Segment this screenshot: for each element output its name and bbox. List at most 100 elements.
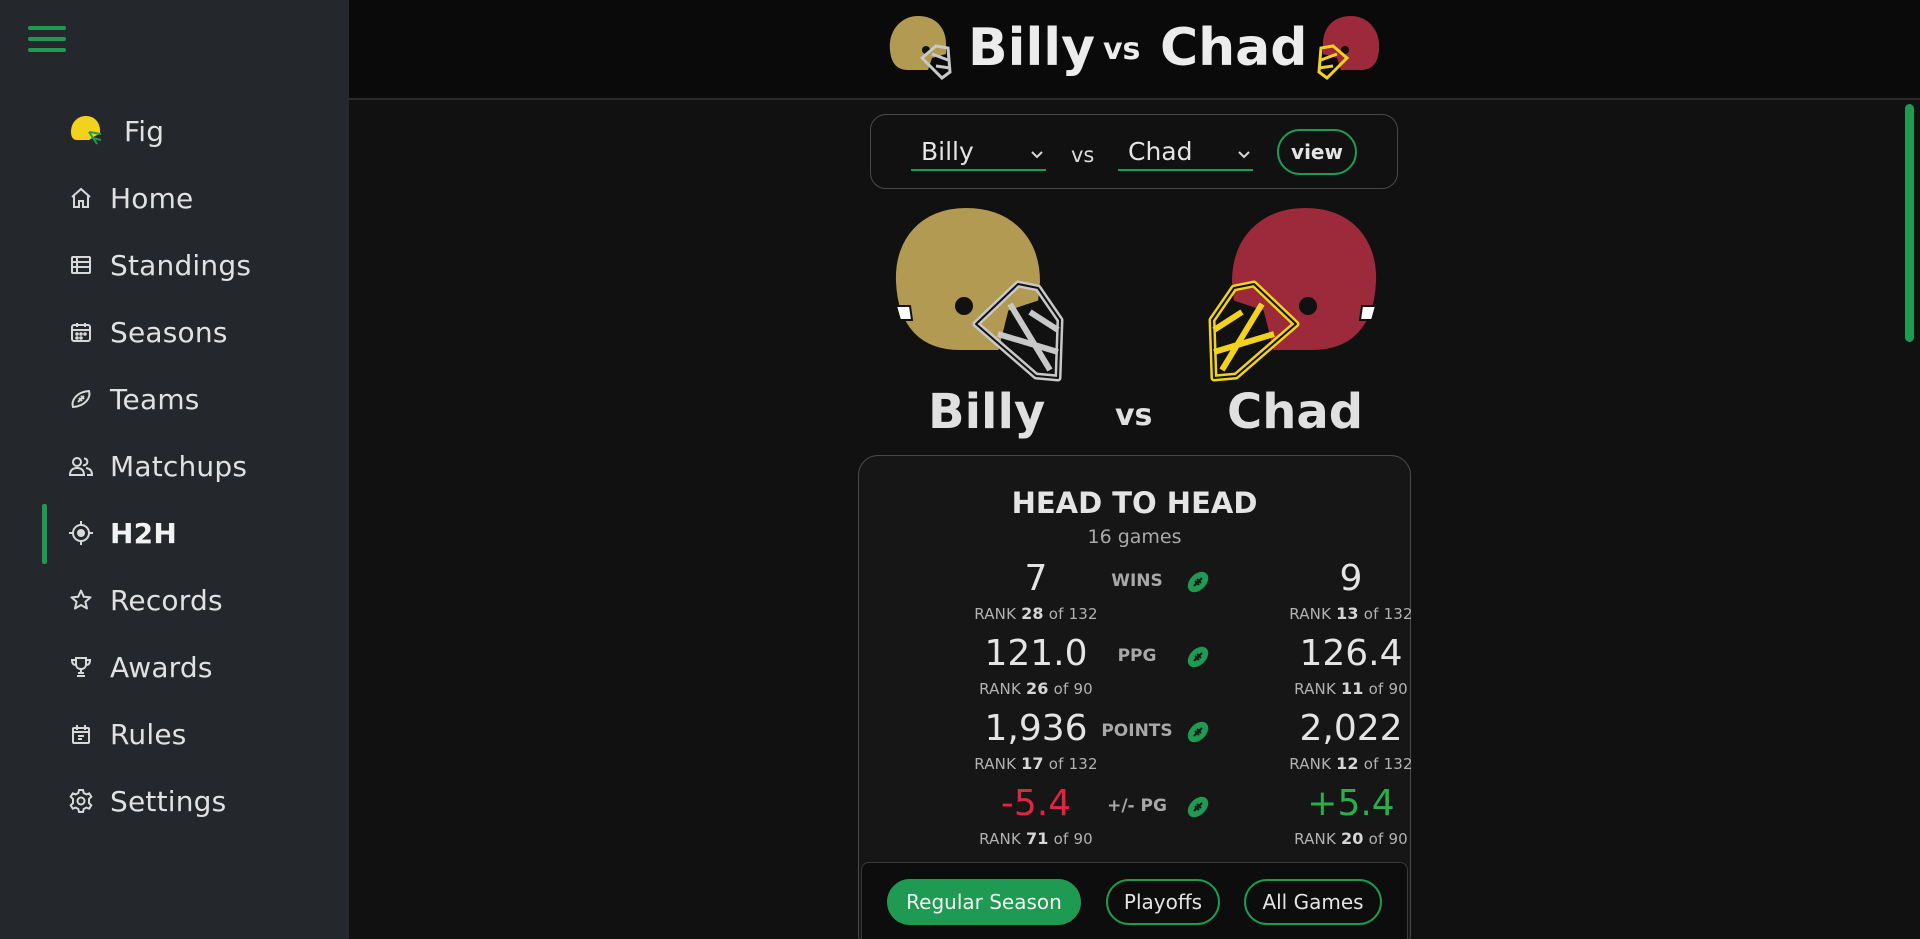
rank-total: 90	[1388, 680, 1408, 698]
header-vs: vs	[1103, 32, 1141, 67]
matchup-vs: vs	[1115, 398, 1153, 433]
sidebar-item-teams[interactable]: Teams	[0, 369, 349, 429]
rank-number: 17	[1021, 754, 1044, 773]
sidebar-item-label: Seasons	[110, 315, 228, 349]
of-word: of	[1363, 605, 1379, 623]
selector-vs: vs	[1071, 143, 1095, 167]
rank-total: 90	[1388, 830, 1408, 848]
football-icon	[68, 386, 94, 412]
right-stat-rank: RANK 12 of 132	[1251, 754, 1451, 773]
chevron-down-icon	[1237, 145, 1251, 164]
rank-word: RANK	[974, 605, 1017, 623]
right-stat-value: 9	[1339, 558, 1363, 599]
rank-word: RANK	[1294, 680, 1336, 698]
rank-total: 132	[1068, 755, 1098, 773]
sidebar-item-fig[interactable]: Fig	[0, 101, 349, 161]
sidebar-item-label: Teams	[110, 382, 200, 416]
of-word: of	[1048, 755, 1064, 773]
sidebar-item-standings[interactable]: Standings	[0, 235, 349, 295]
rank-total: 90	[1073, 680, 1093, 698]
left-team-select-value: Billy	[921, 137, 974, 166]
right-team-select-value: Chad	[1128, 137, 1193, 166]
sidebar-item-label: Matchups	[110, 449, 248, 483]
rank-number: 12	[1336, 754, 1359, 773]
right-team-select[interactable]: Chad	[1118, 137, 1253, 171]
stat-label: WINS	[1111, 571, 1163, 591]
stat-row: -5.4 RANK 71 of 90 +5.4 RANK 20 of 90 +/- PG	[859, 783, 1410, 858]
of-word: of	[1053, 680, 1069, 698]
all-games-button[interactable]: All Games	[1244, 879, 1382, 925]
target-icon	[68, 520, 94, 546]
page-header: Billy vs Chad	[349, 0, 1920, 100]
football-icon	[1184, 568, 1212, 596]
of-word: of	[1053, 830, 1069, 848]
rank-word: RANK	[1294, 830, 1336, 848]
left-stat-rank: RANK 26 of 90	[936, 679, 1136, 698]
right-team-name: Chad	[1227, 384, 1364, 440]
rank-word: RANK	[979, 830, 1021, 848]
right-stat-value: 2,022	[1299, 708, 1403, 749]
rank-word: RANK	[974, 755, 1017, 773]
left-stat-rank: RANK 28 of 132	[936, 604, 1136, 623]
rank-word: RANK	[1289, 605, 1332, 623]
sidebar-item-rules[interactable]: Rules	[0, 704, 349, 764]
header-left-helmet-icon	[882, 12, 954, 88]
table-icon	[68, 252, 94, 278]
of-word: of	[1048, 605, 1064, 623]
header-right-helmet-icon	[1315, 12, 1387, 88]
sidebar-item-label: Settings	[110, 784, 227, 818]
left-stat-rank: RANK 17 of 132	[936, 754, 1136, 773]
sidebar-item-settings[interactable]: Settings	[0, 771, 349, 831]
left-helmet-icon	[890, 202, 1068, 386]
helmet-icon	[66, 114, 106, 148]
gear-icon	[68, 788, 94, 814]
sidebar-item-label: Standings	[110, 248, 252, 282]
rank-number: 20	[1340, 829, 1364, 848]
stat-label: +/- PG	[1107, 796, 1167, 816]
header-left-name: Billy	[968, 18, 1096, 78]
scrollbar[interactable]	[1898, 100, 1920, 939]
rank-number: 28	[1021, 604, 1044, 623]
right-stat-rank: RANK 20 of 90	[1251, 829, 1451, 848]
right-stat-rank: RANK 11 of 90	[1251, 679, 1451, 698]
rank-word: RANK	[1289, 755, 1332, 773]
right-stat-value: +5.4	[1307, 783, 1395, 824]
of-word: of	[1368, 680, 1384, 698]
sidebar-item-seasons[interactable]: Seasons	[0, 302, 349, 362]
regular-season-button[interactable]: Regular Season	[887, 879, 1081, 925]
game-type-filter-bar: Regular Season Playoffs All Games	[861, 862, 1408, 939]
left-team-name: Billy	[928, 384, 1046, 440]
rank-number: 11	[1340, 679, 1364, 698]
view-button[interactable]: view	[1277, 129, 1357, 175]
h2h-games-count: 16 games	[1087, 526, 1182, 548]
playoffs-button[interactable]: Playoffs	[1106, 879, 1220, 925]
rank-total: 132	[1068, 605, 1098, 623]
sidebar-item-home[interactable]: Home	[0, 168, 349, 228]
rank-word: RANK	[979, 680, 1021, 698]
right-stat-value: 126.4	[1299, 633, 1403, 674]
rules-icon	[68, 721, 94, 747]
right-helmet-icon	[1204, 202, 1382, 386]
rank-total: 90	[1073, 830, 1093, 848]
rank-number: 71	[1025, 829, 1049, 848]
left-team-select[interactable]: Billy	[911, 137, 1046, 171]
sidebar-item-label: H2H	[110, 516, 177, 550]
scrollbar-thumb[interactable]	[1905, 104, 1914, 342]
rank-number: 26	[1025, 679, 1049, 698]
sidebar-item-h2h[interactable]: H2H	[0, 503, 349, 563]
football-icon	[1184, 718, 1212, 746]
rank-number: 13	[1336, 604, 1359, 623]
sidebar-item-awards[interactable]: Awards	[0, 637, 349, 697]
h2h-title: HEAD TO HEAD	[1011, 486, 1258, 520]
hamburger-menu-icon[interactable]	[28, 26, 66, 54]
sidebar-item-matchups[interactable]: Matchups	[0, 436, 349, 496]
sidebar-item-label: Records	[110, 583, 223, 617]
sidebar-item-label: Rules	[110, 717, 187, 751]
stat-label: POINTS	[1101, 721, 1173, 741]
trophy-icon	[68, 654, 94, 680]
sidebar-item-label: Fig	[124, 114, 165, 148]
sidebar-item-records[interactable]: Records	[0, 570, 349, 630]
stat-row: 7 RANK 28 of 132 9 RANK 13 of 132 WINS	[859, 558, 1412, 633]
of-word: of	[1363, 755, 1379, 773]
left-stat-rank: RANK 71 of 90	[936, 829, 1136, 848]
